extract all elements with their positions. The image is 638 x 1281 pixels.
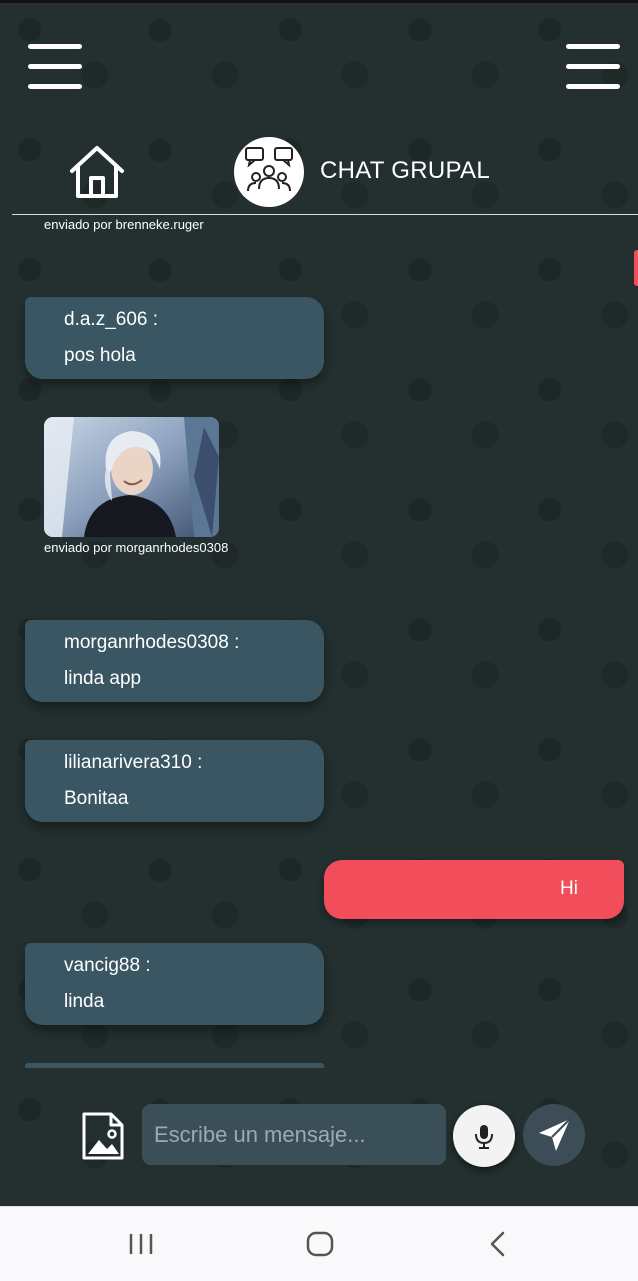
message-username: morganrhodes0308 : (64, 632, 240, 653)
home-icon[interactable] (68, 144, 126, 200)
message-text: pos hola (64, 345, 136, 366)
header-divider (12, 214, 638, 215)
message-text: Bonitaa (64, 788, 129, 809)
back-chevron-icon[interactable] (486, 1229, 510, 1264)
message-text: Hi (560, 878, 578, 899)
incoming-message: vancig88 : linda (25, 943, 324, 1025)
image-gallery-icon[interactable] (81, 1111, 125, 1161)
group-chat-icon (234, 137, 304, 207)
image-sender-caption: enviado por brenneke.ruger (44, 217, 204, 232)
message-input[interactable] (142, 1104, 446, 1165)
microphone-icon[interactable] (453, 1105, 515, 1167)
message-text: linda app (64, 668, 142, 689)
send-icon[interactable] (523, 1104, 585, 1166)
hamburger-menu-icon[interactable] (28, 44, 82, 89)
incoming-message: d.a.z_606 : pos hola (25, 297, 324, 379)
chat-screen: CHAT GRUPAL enviado por brenneke.ruger d… (0, 0, 638, 1206)
page-title: CHAT GRUPAL (320, 157, 490, 184)
outgoing-message: Hi (324, 860, 624, 919)
system-navigation-bar (0, 1206, 638, 1281)
status-strip (0, 0, 638, 3)
message-text: linda (64, 991, 105, 1012)
incoming-message-partial (25, 1063, 324, 1068)
message-username: d.a.z_606 : (64, 309, 159, 330)
incoming-message: lilianarivera310 : Bonitaa (25, 740, 324, 822)
hamburger-menu-icon[interactable] (566, 44, 620, 89)
image-message[interactable] (44, 417, 219, 537)
incoming-message: morganrhodes0308 : linda app (25, 620, 324, 702)
message-username: lilianarivera310 : (64, 752, 203, 773)
recent-apps-icon[interactable] (128, 1229, 154, 1264)
home-circle-icon[interactable] (305, 1229, 335, 1264)
message-username: vancig88 : (64, 955, 151, 976)
image-sender-caption: enviado por morganrhodes0308 (44, 540, 229, 555)
edge-indicator (634, 250, 638, 286)
